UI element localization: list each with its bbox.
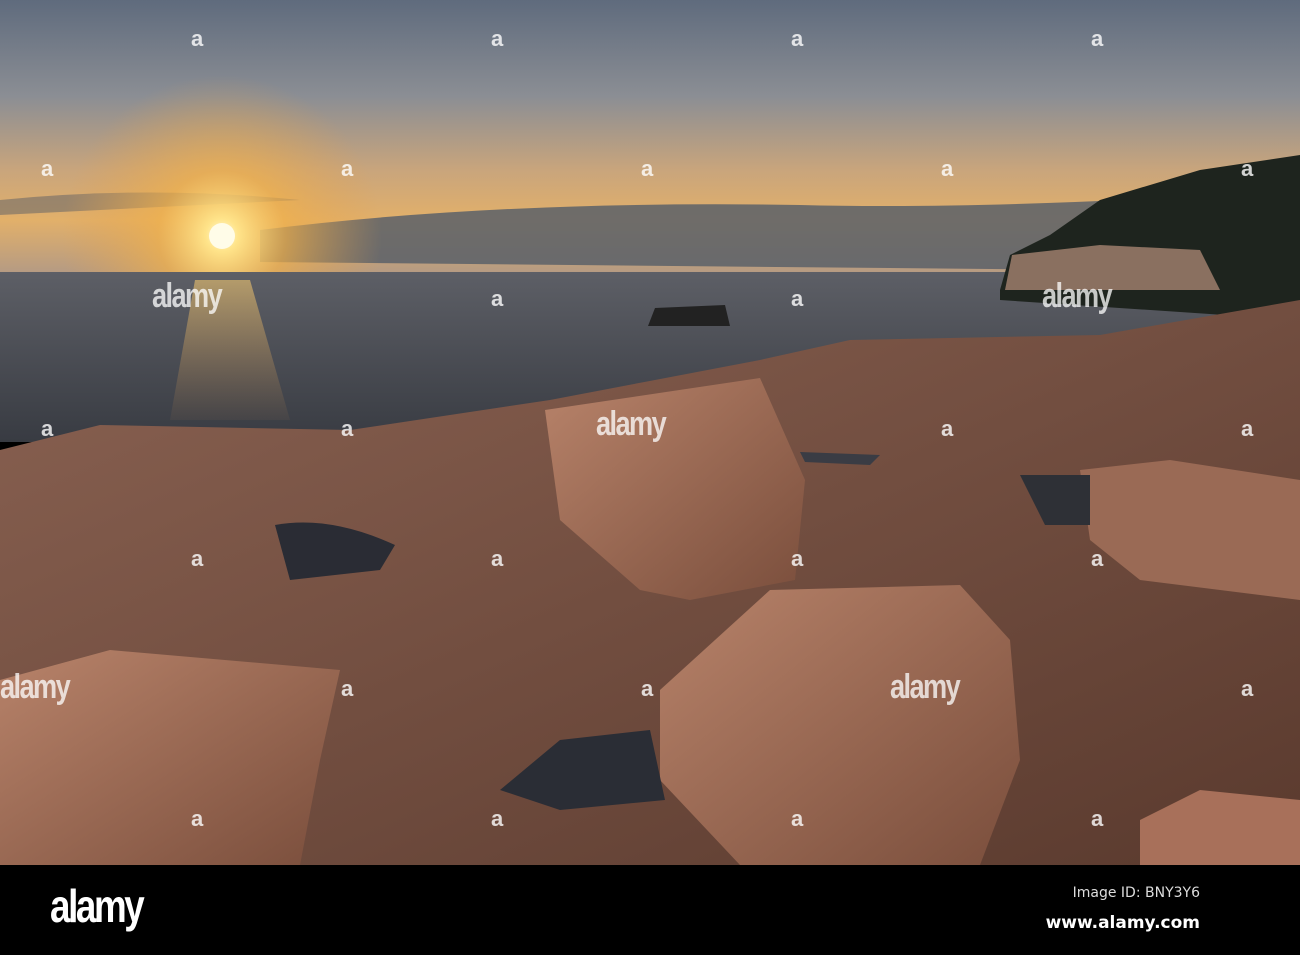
watermark-glyph: a [1091, 546, 1104, 571]
watermark: alamy [596, 405, 667, 443]
watermark-glyph: a [491, 26, 504, 51]
watermark-glyph: a [791, 26, 804, 51]
watermark-glyph: a [941, 416, 954, 441]
watermark: alamy [152, 277, 223, 315]
alamy-logo[interactable]: alamy [50, 879, 145, 933]
watermark: alamy [0, 668, 71, 706]
watermark-glyph: a [791, 806, 804, 831]
watermark-glyph: a [1241, 676, 1254, 701]
watermark-glyph: a [791, 546, 804, 571]
watermark-glyph: a [41, 156, 54, 181]
watermark-glyph: a [191, 546, 204, 571]
watermark-glyph: a [491, 806, 504, 831]
watermark-glyph: a [641, 156, 654, 181]
watermark-glyph: a [1091, 806, 1104, 831]
watermark-glyph: a [191, 806, 204, 831]
watermark-glyph: a [791, 286, 804, 311]
website-link[interactable]: www.alamy.com [1046, 913, 1200, 933]
watermark-glyph: a [341, 156, 354, 181]
watermark-glyph: a [191, 26, 204, 51]
watermark-glyph: a [641, 676, 654, 701]
watermark-glyph: a [491, 546, 504, 571]
image-id: Image ID: BNY3Y6 [1072, 885, 1200, 901]
sea-rock [648, 305, 730, 326]
sun [209, 223, 235, 249]
watermark: alamy [890, 668, 961, 706]
watermark-glyph: a [1241, 156, 1254, 181]
watermark: alamy [1042, 277, 1113, 315]
watermark-glyph: a [41, 416, 54, 441]
stock-photo-page: alamy alamy alamy alamy alamy a a a a a … [0, 0, 1300, 955]
watermark-glyph: a [341, 416, 354, 441]
watermark-glyph: a [1241, 416, 1254, 441]
watermark-glyph: a [941, 156, 954, 181]
watermark-glyph: a [491, 286, 504, 311]
footer-bar: alamy Image ID: BNY3Y6 www.alamy.com [0, 865, 1300, 955]
watermark-glyph: a [341, 676, 354, 701]
watermark-glyph: a [1091, 26, 1104, 51]
